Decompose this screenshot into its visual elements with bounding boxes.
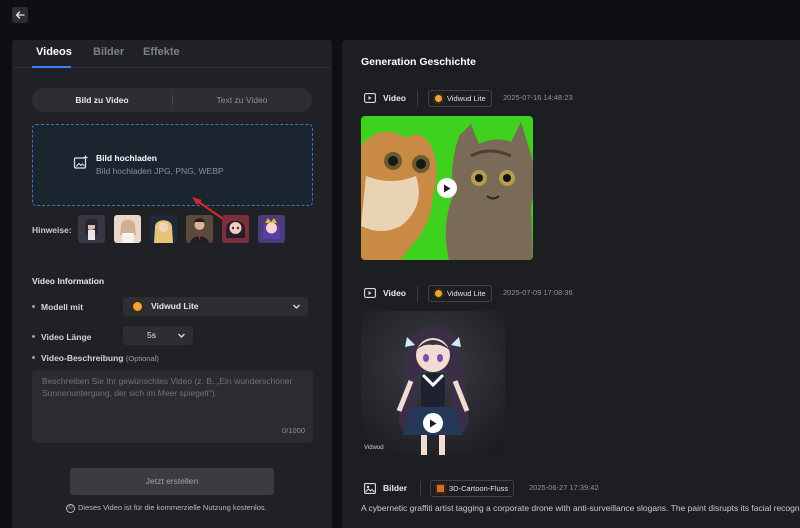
upload-title: Bild hochladen [96, 153, 157, 163]
tab-videos[interactable]: Videos [36, 46, 72, 58]
video-preview-anime-girl [361, 311, 505, 455]
hint-thumbnail[interactable] [186, 215, 213, 243]
divider [420, 481, 421, 497]
chevron-down-icon [293, 304, 300, 309]
entry-type: Bilder [383, 483, 408, 493]
back-button[interactable] [12, 7, 28, 23]
hint-image-anime-character [258, 215, 285, 243]
mode-image-to-video[interactable]: Bild zu Video [32, 88, 172, 112]
hint-image-cartoon-girl [222, 215, 249, 243]
hints-label: Hinweise: [32, 225, 72, 235]
history-entry-header: Bilder 3D-Cartoon-Fluss 2025-06-27 17:39… [364, 480, 794, 497]
video-thumbnail[interactable]: Vidwud [361, 311, 505, 455]
arrow-left-icon [15, 11, 25, 19]
optional-tag: (Optional) [125, 354, 159, 363]
video-icon [364, 288, 376, 298]
vidwud-logo-icon [433, 288, 444, 299]
entry-type: Video [383, 93, 406, 103]
length-select[interactable]: 5s [123, 326, 193, 345]
history-entry-header: Video Vidwud Lite 2025-07-09 17:08:36 [364, 285, 764, 302]
license-note: © Dieses Video ist für die kommerzielle N… [66, 503, 267, 513]
active-tab-indicator [32, 66, 71, 68]
description-placeholder: Beschreiben Sie Ihr gewünschtes Video (z… [42, 376, 293, 398]
model-label: Modell mit [32, 302, 83, 312]
image-add-icon [73, 155, 88, 169]
length-label-text: Video Länge [41, 332, 92, 342]
video-icon [364, 93, 376, 103]
model-tag-text: Vidwud Lite [447, 94, 486, 103]
description-input[interactable]: Beschreiben Sie Ihr gewünschtes Video (z… [32, 370, 313, 443]
entry-date: 2025-07-09 17:08:36 [503, 288, 573, 297]
entry-date: 2025-07-16 14:48:23 [503, 93, 573, 102]
divider [417, 91, 418, 107]
watermark-text: Vidwud [364, 445, 384, 451]
hint-thumbnail[interactable] [150, 215, 177, 243]
hint-thumbnail[interactable] [258, 215, 285, 243]
history-title: Generation Geschichte [361, 56, 476, 68]
entry-date: 2025-06-27 17:39:42 [529, 483, 599, 492]
image-upload-area[interactable]: Bild hochladen Bild hochladen JPG, PNG, … [32, 124, 313, 206]
generate-button[interactable]: Jetzt erstellen [70, 468, 274, 495]
bullet [32, 305, 35, 309]
video-information-title: Video Information [32, 276, 105, 286]
upload-formats: Bild hochladen JPG, PNG, WEBP [96, 166, 224, 176]
mode-text-to-video[interactable]: Text zu Video [172, 88, 312, 112]
vidwud-logo-icon [131, 300, 144, 313]
length-label: Video Länge [32, 332, 91, 342]
hint-image-anime-girl [78, 215, 105, 243]
model-tag: Vidwud Lite [428, 90, 492, 107]
license-note-text: Dieses Video ist für die kommerzielle Nu… [78, 503, 267, 512]
model-tag-text: 3D-Cartoon-Fluss [449, 484, 509, 493]
history-panel: Generation Geschichte Video Vidwud Lite … [342, 40, 800, 528]
model-label-text: Modell mit [41, 302, 84, 312]
entry-type: Video [383, 288, 406, 298]
mode-switch: Bild zu Video Text zu Video [32, 88, 312, 112]
model-select[interactable]: Vidwud Lite [123, 297, 308, 316]
play-icon[interactable] [437, 178, 457, 198]
style-thumbnail-icon [435, 483, 446, 494]
entry-prompt-text: A cybernetic graffiti artist tagging a c… [361, 503, 800, 513]
hint-thumbnail[interactable] [114, 215, 141, 243]
vidwud-logo-icon [433, 93, 444, 104]
hint-image-blonde [150, 215, 177, 243]
model-tag-text: Vidwud Lite [447, 289, 486, 298]
image-icon [364, 483, 376, 494]
video-thumbnail[interactable] [361, 116, 533, 260]
description-label-text: Video-Beschreibung [41, 353, 124, 363]
model-tag: Vidwud Lite [428, 285, 492, 302]
history-entry-header: Video Vidwud Lite 2025-07-16 14:48:23 [364, 90, 764, 107]
tab-bar: Videos Bilder Effekte [12, 40, 332, 68]
copyright-icon: © [66, 503, 75, 513]
create-panel: Videos Bilder Effekte Bild zu Video Text… [12, 40, 332, 528]
hint-thumbnail[interactable] [222, 215, 249, 243]
bullet [32, 335, 35, 339]
divider [417, 286, 418, 302]
tab-bilder[interactable]: Bilder [93, 46, 124, 58]
description-label: Video-Beschreibung (Optional) [32, 353, 159, 363]
tab-effekte[interactable]: Effekte [143, 46, 180, 58]
hint-thumbnail[interactable] [78, 215, 105, 243]
hint-image-portrait [114, 215, 141, 243]
chevron-down-icon [178, 333, 185, 338]
character-counter: 0/1000 [282, 426, 305, 435]
length-select-value: 5s [147, 330, 156, 340]
model-tag: 3D-Cartoon-Fluss [430, 480, 515, 497]
model-select-value: Vidwud Lite [151, 301, 199, 311]
hint-image-man-suit [186, 215, 213, 243]
bullet [32, 356, 35, 360]
play-icon[interactable] [423, 413, 443, 433]
top-bar [0, 0, 800, 38]
